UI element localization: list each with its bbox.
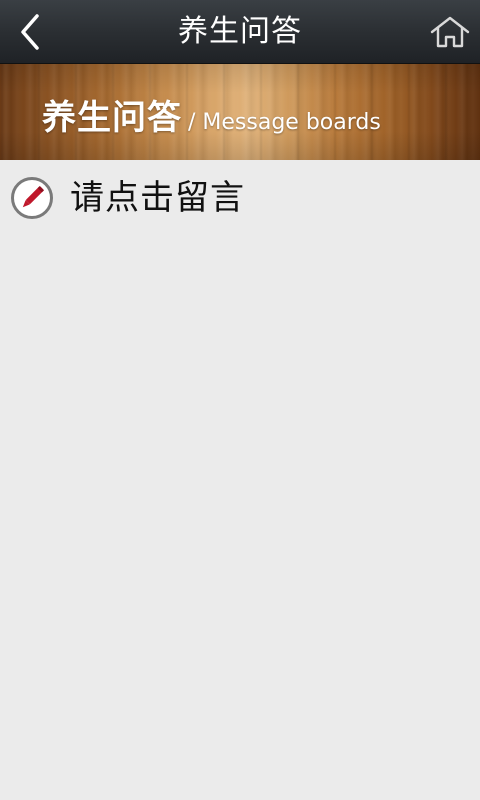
pencil-icon [11, 177, 53, 219]
top-navigation-bar: 养生问答 [0, 0, 480, 64]
banner-heading: 养生问答 / Message boards [42, 90, 381, 139]
section-banner: 养生问答 / Message boards [0, 64, 480, 160]
banner-title-english: / Message boards [188, 110, 381, 135]
home-icon [430, 16, 470, 48]
leave-message-button[interactable]: 请点击留言 [0, 160, 480, 236]
page-title: 养生问答 [178, 14, 302, 49]
back-button[interactable] [6, 8, 54, 56]
home-button[interactable] [426, 10, 474, 54]
banner-title-chinese: 养生问答 [42, 98, 182, 138]
back-arrow-icon [21, 14, 39, 50]
leave-message-label: 请点击留言 [70, 178, 245, 218]
